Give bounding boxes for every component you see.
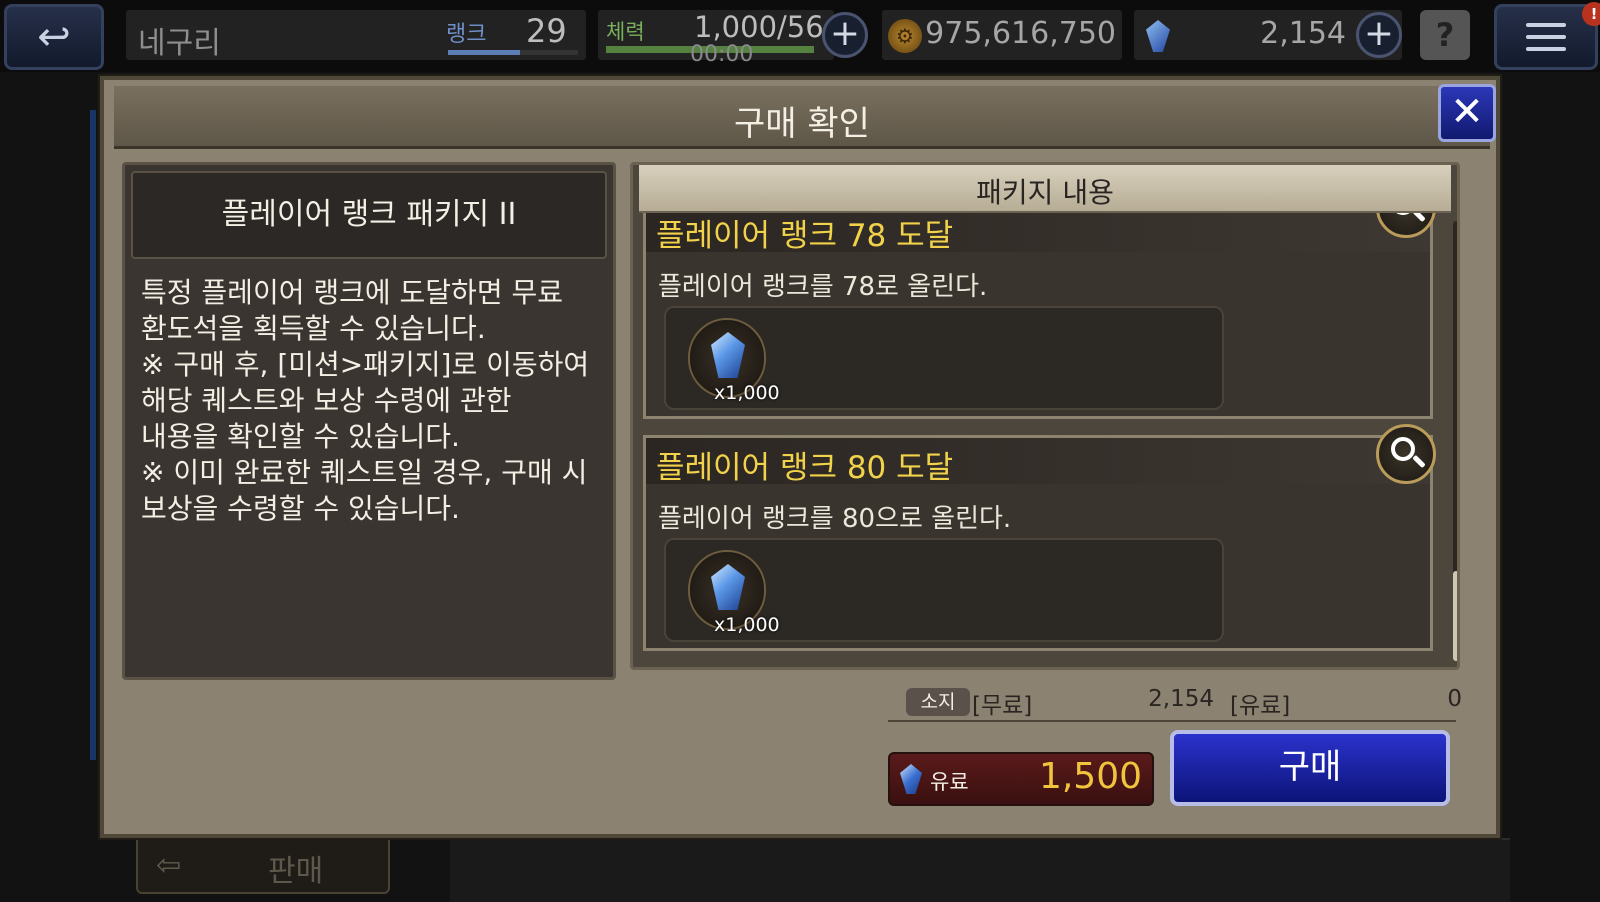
quest-title-bar: 플레이어 랭크 78 도달 xyxy=(646,213,1430,254)
gold-box: ⚙ 975,616,750 xyxy=(882,10,1122,60)
price-box: 유료 1,500 xyxy=(888,752,1154,806)
crystal-icon xyxy=(711,332,745,378)
price-label: 유료 xyxy=(930,770,969,794)
package-name: 플레이어 랭크 패키지 II xyxy=(131,171,607,259)
quest-title: 플레이어 랭크 78 도달 xyxy=(656,218,954,254)
free-currency-value: 2,154 xyxy=(1148,686,1214,712)
reward-crystal-item[interactable]: x1,000 xyxy=(688,550,780,636)
close-icon: ✕ xyxy=(1450,89,1484,135)
crystal-icon xyxy=(900,764,922,794)
stamina-box: 체력 1,000/56 00:00 xyxy=(598,10,834,67)
quest-card-rank-78: 플레이어 랭크 78 도달 플레이어 랭크를 78로 올린다. x1,000 xyxy=(643,213,1436,419)
help-button[interactable]: ? xyxy=(1420,10,1470,60)
hamburger-menu-icon xyxy=(1526,23,1566,27)
divider xyxy=(888,720,1456,722)
paid-currency-value: 0 xyxy=(1447,686,1462,712)
reward-crystal-item[interactable]: x1,000 xyxy=(688,318,780,404)
sell-arrow-icon: ⇦ xyxy=(156,848,182,883)
plus-icon: + xyxy=(1363,13,1395,54)
player-name: 네구리 xyxy=(138,26,221,61)
paid-currency-label: [유료] xyxy=(1230,693,1291,719)
help-icon: ? xyxy=(1435,16,1455,54)
notification-badge: ! xyxy=(1582,2,1600,26)
quest-card-rank-80: 플레이어 랭크 80 도달 플레이어 랭크를 80으로 올린다. x1,000 xyxy=(643,424,1436,651)
reward-quantity: x1,000 xyxy=(714,614,780,636)
quest-title-bar: 플레이어 랭크 80 도달 xyxy=(646,438,1430,486)
gold-value: 975,616,750 xyxy=(925,16,1116,51)
sell-label: 판매 xyxy=(268,854,324,889)
rank-value: 29 xyxy=(526,12,567,50)
sell-button[interactable]: ⇦ 판매 xyxy=(136,834,390,894)
rank-progress-fill xyxy=(448,50,520,55)
package-contents-pane: 패키지 내용 플레이어 랭크 78 도달 플레이어 랭크를 78로 올린다. x… xyxy=(630,162,1460,670)
dialog-header: 구매 확인 xyxy=(114,86,1490,149)
rank-progress-bar xyxy=(448,50,578,55)
dialog-title: 구매 확인 xyxy=(734,104,870,144)
free-currency-label: [무료] xyxy=(972,693,1033,719)
gem-value: 2,154 xyxy=(1260,16,1346,51)
player-status-box: 네구리 랭크 29 xyxy=(126,10,586,61)
quest-description: 플레이어 랭크를 80으로 올린다. xyxy=(658,504,1012,534)
quest-title: 플레이어 랭크 80 도달 xyxy=(656,450,954,486)
back-arrow-icon: ↩ xyxy=(37,14,71,60)
add-stamina-button[interactable]: + xyxy=(822,12,868,58)
crystal-icon xyxy=(711,564,745,610)
reward-slot: x1,000 xyxy=(664,538,1224,642)
reward-quantity: x1,000 xyxy=(714,382,780,404)
back-button[interactable]: ↩ xyxy=(4,4,104,70)
stamina-label: 체력 xyxy=(606,20,645,44)
add-gem-button[interactable]: + xyxy=(1356,12,1402,58)
purchase-confirm-dialog: 구매 확인 ✕ 플레이어 랭크 패키지 II 특정 플레이어 랭크에 도달하면 … xyxy=(100,76,1500,838)
rank-label: 랭크 xyxy=(446,22,487,47)
quest-list[interactable]: 플레이어 랭크 78 도달 플레이어 랭크를 78로 올린다. x1,000 플… xyxy=(639,213,1439,663)
price-value: 1,500 xyxy=(1038,756,1142,797)
crystal-icon xyxy=(1146,20,1170,52)
contents-title: 패키지 내용 xyxy=(976,176,1114,209)
stamina-timer: 00:00 xyxy=(690,42,754,67)
plus-icon: + xyxy=(829,13,861,54)
background-bottom-strip xyxy=(450,838,1510,902)
quest-detail-button[interactable] xyxy=(1376,424,1436,484)
package-info-pane: 플레이어 랭크 패키지 II 특정 플레이어 랭크에 도달하면 무료 환도석을 … xyxy=(122,162,616,680)
contents-header: 패키지 내용 xyxy=(639,165,1451,213)
coin-icon: ⚙ xyxy=(888,19,922,53)
reward-slot: x1,000 xyxy=(664,306,1224,410)
close-button[interactable]: ✕ xyxy=(1438,84,1496,142)
owned-label: 소지 xyxy=(906,688,970,716)
stamina-value: 1,000/56 xyxy=(694,10,824,44)
package-description: 특정 플레이어 랭크에 도달하면 무료 환도석을 획득할 수 있습니다. ※ 구… xyxy=(141,276,590,525)
buy-button[interactable]: 구매 xyxy=(1170,730,1450,806)
scrollbar-thumb[interactable] xyxy=(1453,571,1457,661)
quest-description: 플레이어 랭크를 78로 올린다. xyxy=(658,272,988,302)
top-bar: ↩ 네구리 랭크 29 체력 1,000/56 00:00 + ⚙ 975,61… xyxy=(0,0,1600,72)
scrollbar[interactable] xyxy=(1453,221,1457,661)
